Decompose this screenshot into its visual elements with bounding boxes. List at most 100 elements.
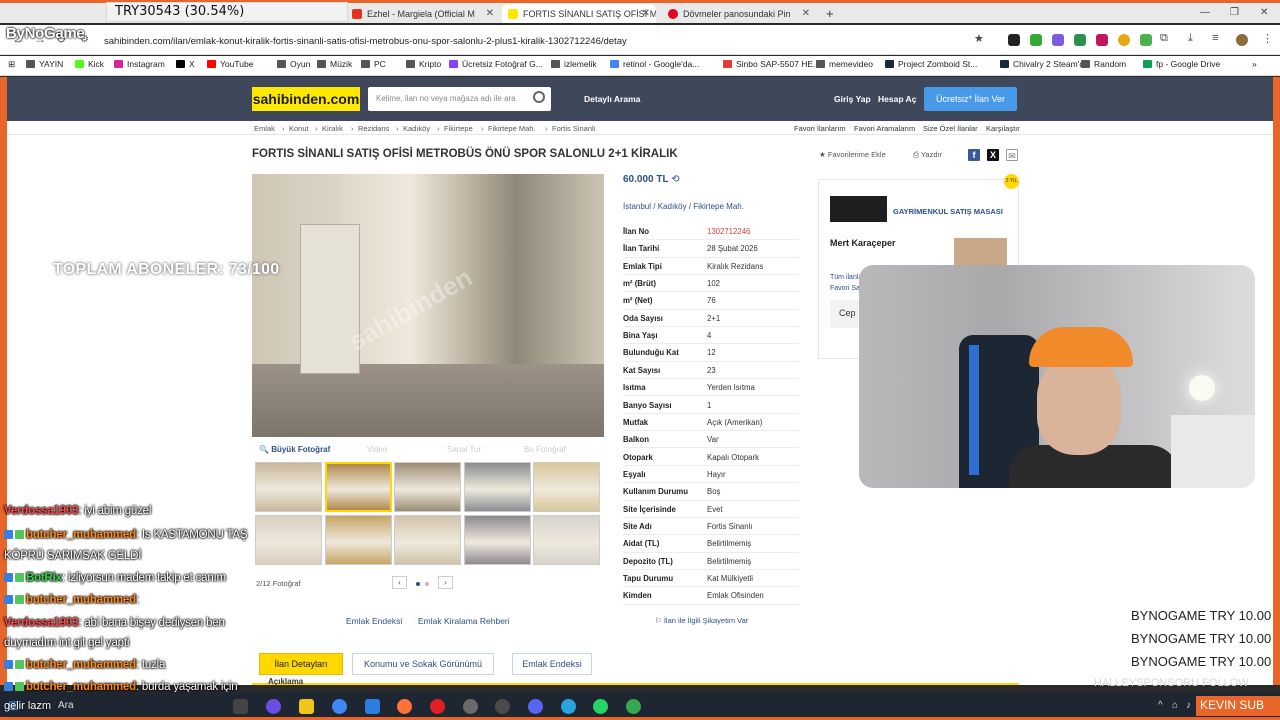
tab-location[interactable]: Konumu ve Sokak Görünümü — [352, 653, 494, 675]
mail-icon[interactable] — [365, 699, 380, 714]
print-link[interactable]: ⎙ Yazdır — [913, 150, 942, 160]
breadcrumb-item[interactable]: Kadıköy — [403, 124, 430, 133]
volume-icon[interactable]: ♪ — [1186, 700, 1191, 711]
bookmarks-overflow-icon[interactable]: » — [1252, 59, 1257, 69]
extensions-puzzle-icon[interactable]: ⧉ — [1160, 32, 1168, 45]
seller-logo[interactable] — [830, 196, 887, 222]
photo-thumbnail[interactable] — [255, 462, 322, 512]
search-icon[interactable] — [533, 91, 545, 103]
chrome-icon[interactable] — [332, 699, 347, 714]
bookmark-item[interactable]: Instagram — [114, 59, 165, 69]
copilot-icon[interactable] — [266, 699, 281, 714]
browser-tab-active[interactable]: FORTIS SİNANLI SATIŞ OFİSİ M ✕ — [502, 4, 656, 23]
pager-dot[interactable] — [425, 582, 429, 586]
breadcrumb-item[interactable]: Emlak — [254, 124, 275, 133]
extension-icon[interactable] — [1074, 34, 1086, 46]
whatsapp-icon[interactable] — [593, 699, 608, 714]
main-listing-photo[interactable]: sahibinden — [252, 174, 604, 437]
tab-listing-details[interactable]: İlan Detayları — [259, 653, 343, 675]
photo-thumbnail[interactable] — [533, 515, 600, 565]
extension-icon[interactable] — [1118, 34, 1130, 46]
photo-thumbnail[interactable] — [324, 462, 392, 512]
browser-tab[interactable]: Dövmeler panosundaki Pin ✕ — [662, 4, 816, 23]
discord-icon[interactable] — [528, 699, 543, 714]
favorite-listings-link[interactable]: Favori İlanlarım — [794, 124, 846, 133]
close-window-icon[interactable]: ✕ — [1260, 7, 1268, 18]
minimize-icon[interactable]: — — [1200, 7, 1210, 18]
extension-icon[interactable] — [1140, 34, 1152, 46]
obs-icon[interactable] — [495, 699, 510, 714]
location-district[interactable]: Kadıköy — [658, 202, 687, 211]
tray-overflow-icon[interactable]: ^ — [1158, 700, 1163, 711]
photo-thumbnail[interactable] — [255, 515, 322, 565]
photo-thumbnail[interactable] — [463, 515, 531, 565]
photo-thumbnail[interactable] — [463, 462, 531, 512]
pager-dot[interactable] — [416, 582, 420, 586]
site-logo[interactable]: sahibinden.com — [252, 87, 360, 111]
site-search-input[interactable]: Kelime, ilan no veya mağaza adı ile ara — [368, 87, 551, 111]
photo-thumbnail[interactable] — [533, 462, 600, 512]
large-photo-button[interactable]: 🔍 Büyük Fotoğraf — [259, 445, 330, 454]
menu-list-icon[interactable]: ≡ — [1212, 32, 1218, 44]
taskbar-search[interactable]: Ara — [30, 696, 220, 716]
breadcrumb-item[interactable]: Kiralık — [322, 124, 343, 133]
breadcrumb-item[interactable]: Konut — [289, 124, 309, 133]
network-icon[interactable]: ⌂ — [1172, 700, 1178, 711]
tab-emlak-endeksi[interactable]: Emlak Endeksi — [512, 653, 592, 675]
bookmark-item[interactable]: PC — [361, 59, 386, 69]
more-menu-icon[interactable]: ⋮ — [1262, 32, 1273, 45]
compare-link[interactable]: Karşılaştır — [986, 124, 1020, 133]
emlak-endeksi-link[interactable]: Emlak Endeksi — [346, 616, 402, 626]
extension-icon[interactable] — [1008, 34, 1020, 46]
rental-guide-link[interactable]: Emlak Kiralama Rehberi — [418, 616, 510, 626]
seller-favorite-link[interactable]: Favori Sa — [830, 285, 860, 292]
chrome-profile-icon[interactable] — [626, 699, 641, 714]
special-listings-link[interactable]: Size Özel İlanlar — [923, 124, 978, 133]
photo-thumbnail[interactable] — [394, 462, 461, 512]
task-view-icon[interactable] — [233, 699, 248, 714]
bookmark-item[interactable]: Müzik — [317, 59, 352, 69]
register-link[interactable]: Hesap Aç — [878, 94, 916, 104]
bookmark-item[interactable]: X — [176, 59, 195, 69]
breadcrumb-item[interactable]: Fortis Sinanlı — [552, 124, 596, 133]
browser-tab[interactable]: Ezhel - Margiela (Official M ✕ — [346, 4, 500, 23]
bookmark-item[interactable]: Random — [1081, 59, 1126, 69]
bookmark-item[interactable]: memevideo — [816, 59, 873, 69]
firefox-icon[interactable] — [397, 699, 412, 714]
app-icon[interactable] — [463, 699, 478, 714]
opera-icon[interactable] — [430, 699, 445, 714]
bookmark-item[interactable]: YAYIN — [26, 59, 63, 69]
facebook-share-icon[interactable]: f — [968, 149, 980, 161]
report-listing-link[interactable]: ⚐ İlan ile İlgili Şikayetim Var — [655, 616, 748, 625]
telegram-icon[interactable] — [561, 699, 576, 714]
location-neighborhood[interactable]: Fikirtepe Mah. — [693, 202, 744, 211]
breadcrumb-item[interactable]: Fikirtepe Mah. — [488, 124, 536, 133]
bookmark-item[interactable]: Ücretsiz Fotoğraf G... — [449, 59, 543, 69]
prev-photos-button[interactable]: ‹ — [392, 576, 407, 589]
bookmark-item[interactable]: Chivalry 2 Steam'de — [1000, 59, 1089, 69]
post-ad-button[interactable]: Ücretsiz* İlan Ver — [924, 87, 1017, 111]
bookmark-item[interactable]: retinol - Google'da... — [610, 59, 699, 69]
bookmark-item[interactable]: YouTube — [207, 59, 253, 69]
file-explorer-icon[interactable] — [299, 699, 314, 714]
close-tab-icon[interactable]: ✕ — [642, 8, 650, 19]
bookmark-item[interactable]: fp - Google Drive — [1143, 59, 1220, 69]
profile-avatar[interactable] — [1236, 34, 1248, 46]
url-field[interactable]: sahibinden.com/ilan/emlak-konut-kiralik-… — [104, 36, 627, 47]
breadcrumb-item[interactable]: Rezidans — [358, 124, 389, 133]
extension-icon[interactable] — [1096, 34, 1108, 46]
breadcrumb-item[interactable]: Fikirtepe — [444, 124, 473, 133]
add-favorite-link[interactable]: ★ Favorilerime Ekle — [819, 150, 886, 159]
video-button[interactable]: Video — [367, 445, 387, 454]
bookmark-item[interactable]: Kripto — [406, 59, 441, 69]
this-photo-button[interactable]: Bu Fotoğraf — [524, 445, 566, 454]
bookmark-star-icon[interactable]: ★ — [974, 32, 984, 45]
download-icon[interactable]: ⤓ — [1188, 32, 1193, 45]
email-share-icon[interactable]: ✉ — [1006, 149, 1018, 161]
close-tab-icon[interactable]: ✕ — [486, 8, 494, 19]
virtual-tour-button[interactable]: Sanal Tur — [447, 445, 481, 454]
photo-thumbnail[interactable] — [324, 515, 392, 565]
bookmark-item[interactable]: Sinbo SAP-5507 HE... — [723, 59, 820, 69]
extension-icon[interactable] — [1052, 34, 1064, 46]
photo-thumbnail[interactable] — [394, 515, 461, 565]
